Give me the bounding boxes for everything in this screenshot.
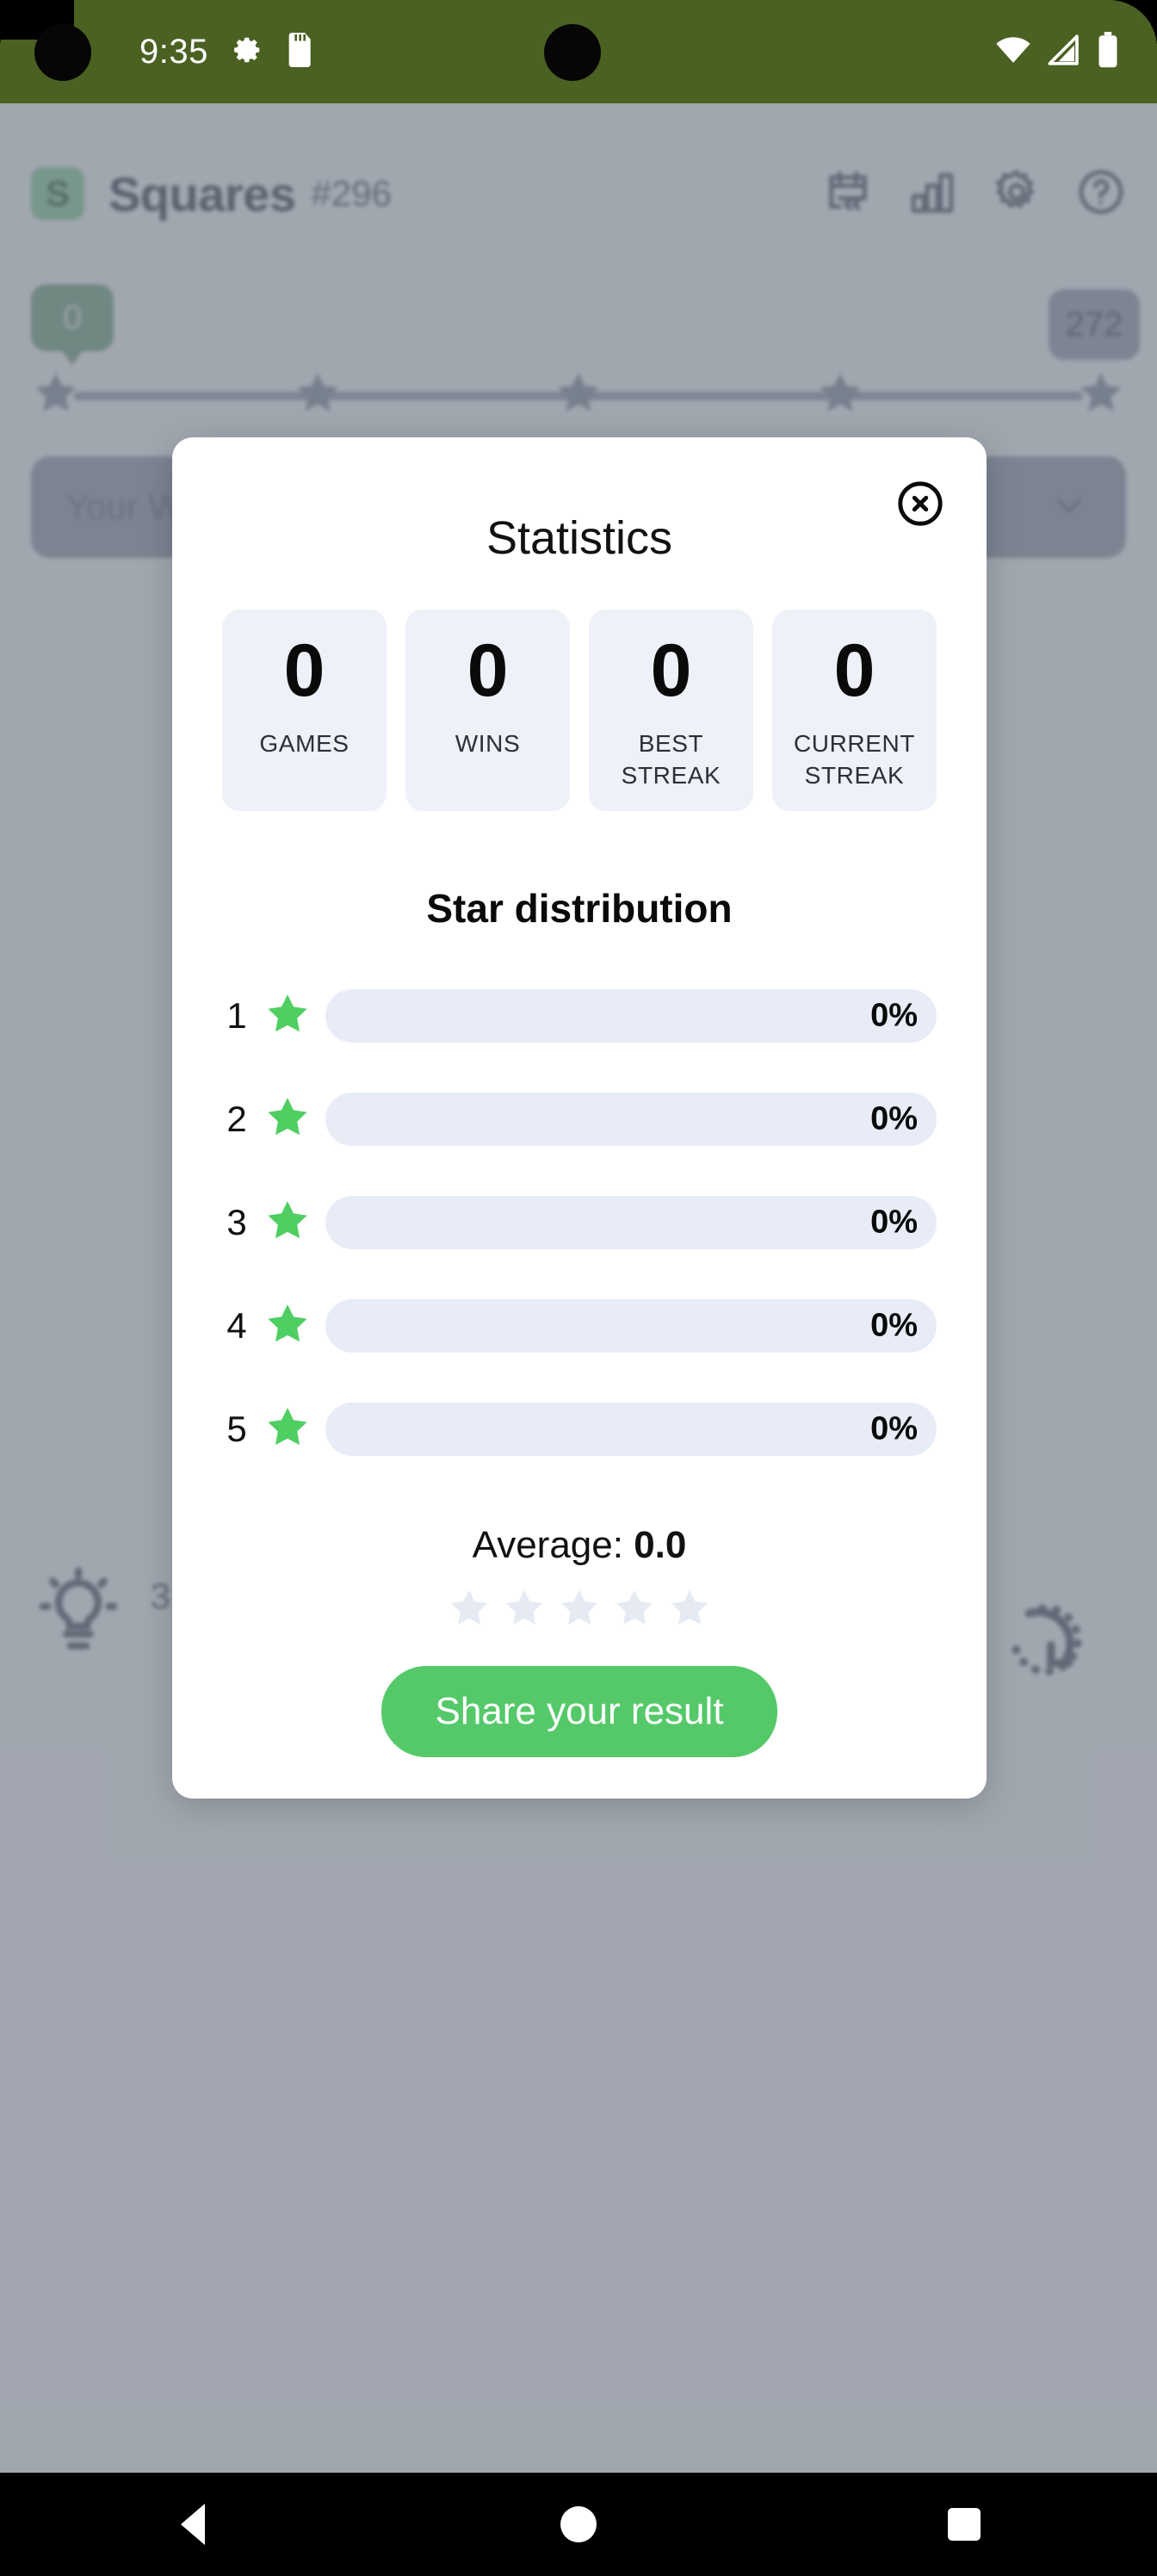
distribution-row: 1 0% bbox=[222, 964, 937, 1068]
status-bar: 9:35 bbox=[0, 0, 1157, 103]
star-icon bbox=[557, 1586, 602, 1635]
distribution-rank: 3 bbox=[226, 1202, 247, 1243]
gear-icon bbox=[231, 34, 263, 71]
distribution-bar: 0% bbox=[325, 1403, 937, 1457]
star-icon bbox=[263, 1403, 312, 1456]
stat-card-current-streak: 0 CURRENT STREAK bbox=[772, 610, 937, 812]
distribution-bar: 0% bbox=[325, 989, 937, 1043]
distribution-percent: 0% bbox=[870, 1410, 918, 1447]
home-button[interactable] bbox=[527, 2473, 630, 2576]
distribution-bar: 0% bbox=[325, 1196, 937, 1250]
distribution-rank: 1 bbox=[226, 995, 247, 1037]
stat-value: 0 bbox=[467, 629, 509, 712]
back-triangle-icon bbox=[181, 2504, 205, 2545]
camera-punch-hole bbox=[34, 24, 91, 81]
phone-screen: S Squares #296 bbox=[0, 0, 1157, 2576]
average-line: Average: 0.0 bbox=[222, 1524, 937, 1567]
stat-label: WINS bbox=[455, 730, 521, 758]
distribution-percent: 0% bbox=[870, 1307, 918, 1344]
wifi-icon bbox=[995, 32, 1031, 72]
star-icon bbox=[667, 1586, 712, 1635]
distribution-bar: 0% bbox=[325, 1093, 937, 1147]
star-icon bbox=[263, 990, 312, 1043]
recents-square-icon bbox=[948, 2508, 981, 2541]
distribution-bar: 0% bbox=[325, 1299, 937, 1353]
close-button[interactable] bbox=[895, 479, 945, 529]
average-label: Average: bbox=[472, 1524, 623, 1567]
share-result-button[interactable]: Share your result bbox=[381, 1666, 777, 1758]
distribution-title: Star distribution bbox=[426, 886, 733, 932]
stat-value: 0 bbox=[833, 629, 875, 712]
stat-card-best-streak: 0 BEST STREAK bbox=[589, 610, 753, 812]
stat-label: CURRENT STREAK bbox=[793, 730, 916, 790]
battery-icon bbox=[1097, 31, 1119, 72]
distribution-rank: 4 bbox=[226, 1305, 247, 1347]
status-bar-left: 9:35 bbox=[139, 32, 315, 71]
distribution-percent: 0% bbox=[870, 997, 918, 1034]
distribution-row: 2 0% bbox=[222, 1068, 937, 1171]
home-circle-icon bbox=[560, 2506, 597, 2542]
distribution-rank: 2 bbox=[226, 1099, 247, 1140]
stat-card-wins: 0 WINS bbox=[405, 610, 570, 812]
status-bar-right bbox=[995, 31, 1119, 72]
star-icon bbox=[263, 1300, 312, 1353]
stat-label: BEST STREAK bbox=[621, 730, 721, 790]
star-icon bbox=[447, 1586, 492, 1635]
sd-card-icon bbox=[286, 32, 315, 71]
back-button[interactable] bbox=[141, 2473, 244, 2576]
distribution-row: 5 0% bbox=[222, 1378, 937, 1481]
dialog-title: Statistics bbox=[486, 512, 673, 564]
stat-value: 0 bbox=[283, 629, 325, 712]
star-icon bbox=[502, 1586, 547, 1635]
cellular-signal-icon bbox=[1047, 33, 1081, 71]
average-value: 0.0 bbox=[634, 1524, 687, 1567]
stat-value: 0 bbox=[650, 629, 692, 712]
android-nav-bar bbox=[0, 2473, 1157, 2576]
stat-card-games: 0 GAMES bbox=[222, 610, 387, 812]
distribution-percent: 0% bbox=[870, 1204, 918, 1241]
camera-punch-hole bbox=[544, 24, 601, 81]
star-distribution-chart: 1 0% 2 0% 3 0% 4 0% 5 0% bbox=[222, 964, 937, 1481]
distribution-percent: 0% bbox=[870, 1100, 918, 1137]
distribution-row: 4 0% bbox=[222, 1274, 937, 1378]
status-clock: 9:35 bbox=[139, 32, 208, 71]
distribution-row: 3 0% bbox=[222, 1171, 937, 1274]
star-icon bbox=[263, 1093, 312, 1146]
recents-button[interactable] bbox=[913, 2473, 1016, 2576]
average-star-rating bbox=[222, 1586, 937, 1635]
stat-cards: 0 GAMES 0 WINS 0 BEST STREAK 0 CURRENT S… bbox=[222, 610, 937, 812]
star-icon bbox=[263, 1197, 312, 1249]
star-icon bbox=[612, 1586, 657, 1635]
stat-label: GAMES bbox=[259, 730, 350, 758]
distribution-rank: 5 bbox=[226, 1409, 247, 1450]
statistics-dialog: Statistics 0 GAMES 0 WINS 0 BEST STREAK … bbox=[172, 437, 987, 1799]
